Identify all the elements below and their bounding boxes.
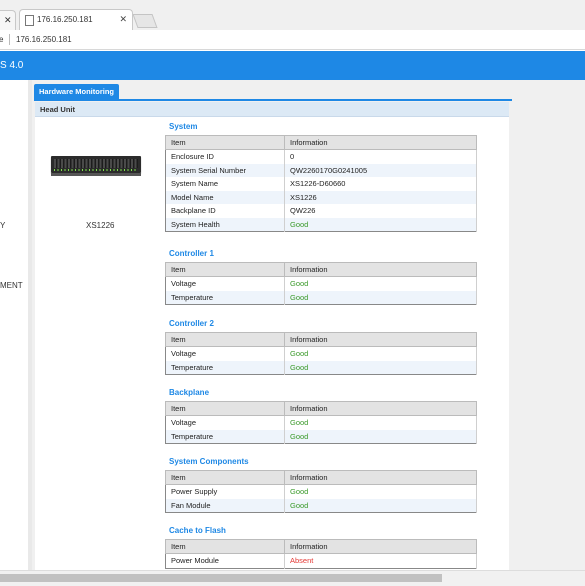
table-row: Enclosure ID 0 — [165, 149, 477, 164]
device-name: XS1226 — [86, 221, 115, 230]
info-cell: 0 — [284, 149, 477, 164]
item-cell: Fan Module — [165, 498, 285, 513]
table-row: Voltage Good — [165, 276, 477, 291]
item-cell: Model Name — [165, 190, 285, 204]
sidebar-item[interactable]: MENT — [0, 281, 23, 290]
table-row: Fan Module Good — [165, 498, 477, 513]
item-cell: Backplane ID — [165, 204, 285, 218]
status-value: Good — [284, 276, 477, 291]
address-prefix: e — [0, 35, 4, 44]
section-title-system-components: System Components — [169, 457, 249, 466]
cache-to-flash-table: Item Information Power Module Absent — [165, 539, 477, 569]
status-value: Good — [284, 360, 477, 375]
address-divider — [9, 34, 10, 45]
section-title-backplane: Backplane — [169, 388, 210, 397]
table-row: Temperature Good — [165, 360, 477, 375]
column-header: Item — [165, 135, 285, 150]
table-row: Voltage Good — [165, 415, 477, 430]
section-title-controller-2: Controller 2 — [169, 319, 214, 328]
section-title-system: System — [169, 122, 198, 131]
item-cell: System Name — [165, 177, 285, 191]
column-header: Information — [284, 470, 477, 485]
item-cell: Temperature — [165, 290, 285, 305]
system-components-table: Item Information Power Supply Good Fan M… — [165, 470, 477, 513]
horizontal-scrollbar[interactable] — [0, 570, 585, 586]
enclosure-image — [51, 156, 141, 178]
item-cell: Voltage — [165, 415, 285, 430]
table-row: Backplane ID QW226 — [165, 204, 477, 218]
table-row: Model Name XS1226 — [165, 190, 477, 204]
item-cell: Temperature — [165, 360, 285, 375]
sidebar-nav: Y MENT — [0, 80, 28, 570]
panel-title: Head Unit — [40, 105, 76, 114]
browser-tab-strip: ✕ 176.16.250.181 ✕ — [0, 0, 585, 31]
column-header: Item — [165, 332, 285, 347]
section-title-controller-1: Controller 1 — [169, 249, 214, 258]
item-cell: System Serial Number — [165, 163, 285, 177]
tab-hardware-monitoring[interactable]: Hardware Monitoring — [34, 84, 120, 99]
table-row: Temperature Good — [165, 290, 477, 305]
status-value: Good — [284, 415, 477, 430]
column-header: Item — [165, 470, 285, 485]
table-row: Temperature Good — [165, 429, 477, 444]
status-value: Good — [284, 346, 477, 361]
info-cell: XS1226-D60660 — [284, 177, 477, 191]
close-icon[interactable]: ✕ — [4, 15, 12, 26]
section-title-cache-to-flash: Cache to Flash — [169, 526, 226, 535]
tab-title: 176.16.250.181 — [37, 15, 93, 24]
item-cell: Power Supply — [165, 484, 285, 499]
column-header: Item — [165, 401, 285, 416]
column-header: Information — [284, 332, 477, 347]
column-header: Information — [284, 135, 477, 150]
item-cell: Enclosure ID — [165, 149, 285, 164]
tab-underline — [34, 99, 512, 101]
item-cell: Power Module — [165, 553, 285, 568]
table-row: System Health Good — [165, 217, 477, 232]
table-row: System Name XS1226-D60660 — [165, 177, 477, 191]
column-header: Information — [284, 401, 477, 416]
table-row: Power Module Absent — [165, 553, 477, 568]
status-value: Good — [284, 498, 477, 513]
status-value: Good — [284, 217, 477, 232]
controller-2-table: Item Information Voltage Good Temperatur… — [165, 332, 477, 375]
info-cell: QW2260170G0241005 — [284, 163, 477, 177]
table-row: Power Supply Good — [165, 484, 477, 499]
page-icon — [25, 15, 34, 26]
column-header: Information — [284, 262, 477, 277]
address-bar[interactable]: e 176.16.250.181 — [0, 30, 585, 50]
url-text[interactable]: 176.16.250.181 — [16, 35, 72, 44]
controller-1-table: Item Information Voltage Good Temperatur… — [165, 262, 477, 305]
item-cell: System Health — [165, 217, 285, 232]
status-value: Good — [284, 290, 477, 305]
status-value: Good — [284, 429, 477, 444]
status-value: Absent — [284, 553, 477, 568]
sidebar-item[interactable]: Y — [0, 221, 5, 230]
scrollbar-thumb[interactable] — [0, 574, 442, 582]
column-header: Information — [284, 539, 477, 554]
app-brand: S 4.0 — [0, 60, 24, 71]
table-row: System Serial Number QW2260170G0241005 — [165, 163, 477, 177]
info-cell: QW226 — [284, 204, 477, 218]
system-table: Item Information Enclosure ID 0 System S… — [165, 135, 477, 232]
item-cell: Temperature — [165, 429, 285, 444]
panel-header: Head Unit — [35, 102, 509, 117]
column-header: Item — [165, 262, 285, 277]
main-content: Hardware Monitoring Head Unit XS1226 Sys… — [32, 80, 585, 572]
new-tab-button[interactable] — [132, 14, 158, 28]
item-cell: Voltage — [165, 346, 285, 361]
browser-tab-previous[interactable]: ✕ — [0, 10, 16, 31]
column-header: Item — [165, 539, 285, 554]
item-cell: Voltage — [165, 276, 285, 291]
status-value: Good — [284, 484, 477, 499]
head-unit-panel: Head Unit XS1226 System Item Information… — [35, 102, 509, 572]
info-cell: XS1226 — [284, 190, 477, 204]
close-icon[interactable]: ✕ — [119, 14, 127, 25]
browser-tab-active[interactable]: 176.16.250.181 ✕ — [19, 9, 133, 31]
backplane-table: Item Information Voltage Good Temperatur… — [165, 401, 477, 444]
app-header: S 4.0 — [0, 51, 585, 80]
table-row: Voltage Good — [165, 346, 477, 361]
